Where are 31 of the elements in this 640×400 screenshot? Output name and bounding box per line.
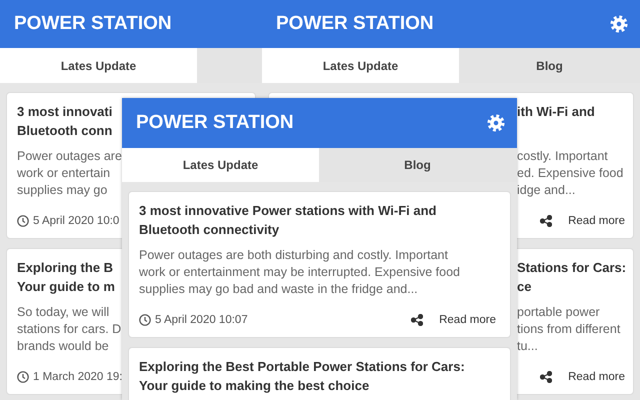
tab[interactable]: Lates Update xyxy=(0,48,197,83)
article-title: ith Wi-Fi and xyxy=(517,103,595,121)
read-more-link[interactable]: Read more xyxy=(568,215,625,227)
share-icon[interactable] xyxy=(540,215,552,227)
article-title: Exploring the Best Portable Power Stations for Cars: Your guide to making the best choice xyxy=(139,358,465,395)
settings-icon[interactable] xyxy=(610,15,628,33)
app-title: POWER STATION xyxy=(14,13,172,35)
read-more-link[interactable]: Read more xyxy=(568,371,625,383)
clock-icon xyxy=(17,371,29,383)
tab[interactable]: Lates Update xyxy=(262,48,459,83)
publish-date: 5 April 2020 10:07 xyxy=(155,314,248,326)
article-excerpt: Power outages are work or entertain supplies may go xyxy=(17,148,122,199)
article-excerpt: Power outages are both disturbing and costly. Important work or entertainment may be interrupted. Expensive food supplies may go bad and waste in the fridge and... xyxy=(139,247,460,298)
article-title: 3 most innovati Bluetooth conn xyxy=(17,103,112,140)
read-more-link[interactable]: Read more xyxy=(439,314,496,326)
publish-date: 1 March 2020 19: xyxy=(33,371,123,383)
article-excerpt: So today, we will stations for cars. D brands would be xyxy=(17,304,122,355)
article-title: 3 most innovative Power stations with Wi-Fi and Bluetooth connectivity xyxy=(139,202,436,239)
tab[interactable]: Lates Update xyxy=(122,148,319,182)
publish-date: 5 April 2020 10:0 xyxy=(33,215,120,227)
article-title: Stations for Cars: ce xyxy=(517,259,626,296)
article-excerpt: portable power tions from different tu... xyxy=(517,304,620,355)
clock-icon xyxy=(17,215,29,227)
clock-icon xyxy=(139,314,151,326)
article-excerpt: costly. Important ed. Expensive food idge and... xyxy=(517,148,624,199)
article-title: Exploring the B Your guide to m xyxy=(17,259,115,296)
share-icon[interactable] xyxy=(411,314,424,326)
settings-icon[interactable] xyxy=(487,114,505,132)
app-title: POWER STATION xyxy=(276,13,434,35)
app-title: POWER STATION xyxy=(136,112,294,134)
share-icon[interactable] xyxy=(540,371,552,383)
